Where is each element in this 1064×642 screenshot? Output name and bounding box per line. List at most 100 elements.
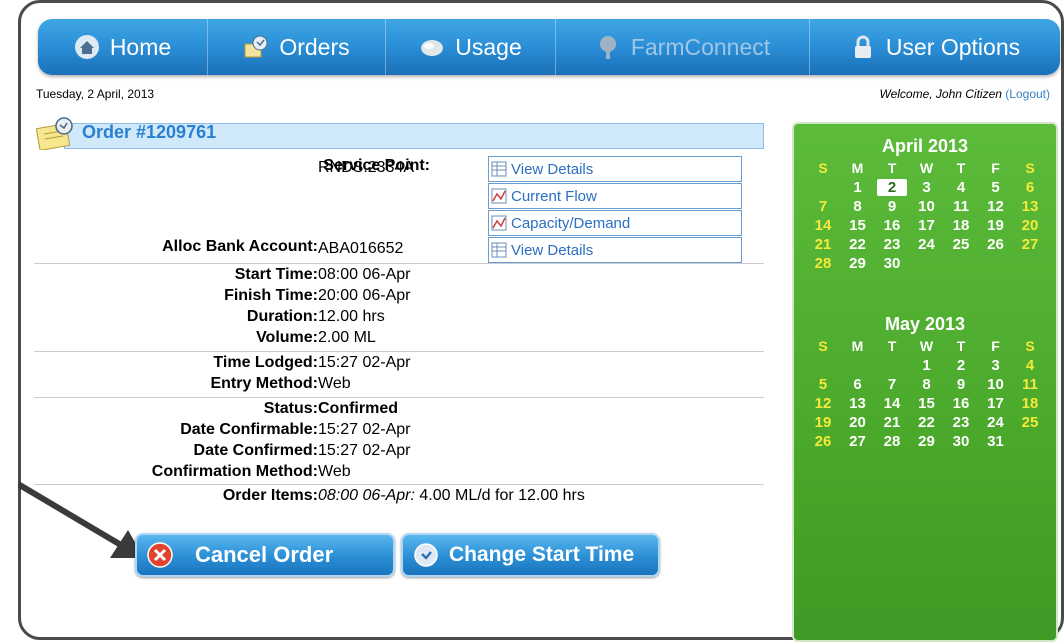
calendar-day[interactable]: 16 <box>877 217 907 234</box>
calendar-day[interactable]: 5 <box>808 376 838 393</box>
date-confirmable-label: Date Confirmable: <box>180 421 318 438</box>
calendar-day[interactable]: 20 <box>843 414 873 431</box>
calendar-day[interactable]: 3 <box>912 179 942 196</box>
calendar-day[interactable]: 18 <box>946 217 976 234</box>
divider <box>34 263 764 264</box>
calendar-dow-label: T <box>887 160 897 176</box>
calendar-day[interactable]: 7 <box>877 376 907 393</box>
chart-icon <box>491 215 507 231</box>
calendar-day[interactable]: 29 <box>912 433 942 450</box>
duration-label: Duration: <box>246 308 318 325</box>
calendar-day[interactable]: 21 <box>877 414 907 431</box>
calendar-day[interactable]: 25 <box>946 236 976 253</box>
calendar-day[interactable]: 17 <box>981 395 1011 412</box>
calendar-day[interactable]: 7 <box>808 198 838 215</box>
calendar-day[interactable]: 8 <box>843 198 873 215</box>
calendar-day[interactable]: 5 <box>981 179 1011 196</box>
calendar-day[interactable]: 4 <box>946 179 976 196</box>
volume-value: 2.00 ML <box>318 329 376 346</box>
calendar-day[interactable]: 21 <box>808 236 838 253</box>
calendar-day[interactable]: 12 <box>981 198 1011 215</box>
cancel-order-button[interactable]: Cancel Order <box>135 533 395 577</box>
finish-time-value: 20:00 06-Apr <box>318 287 411 304</box>
order-items-label: Order Items: <box>222 487 318 504</box>
finish-time-label: Finish Time: <box>224 287 318 304</box>
nav-user-options[interactable]: User Options <box>810 19 1060 75</box>
table-icon <box>491 161 507 177</box>
calendar-day[interactable]: 14 <box>877 395 907 412</box>
calendar-title-april: April 2013 <box>881 136 969 156</box>
calendar-day[interactable]: 19 <box>808 414 838 431</box>
calendar-day[interactable]: 24 <box>981 414 1011 431</box>
calendar-day[interactable]: 11 <box>1015 376 1045 393</box>
calendar-dow-label: F <box>991 160 1000 176</box>
calendar-day[interactable]: 30 <box>946 433 976 450</box>
alloc-account-value: ABA016652 <box>318 240 404 257</box>
calendar-day[interactable]: 19 <box>981 217 1011 234</box>
calendar-dow-label: S <box>1025 338 1035 354</box>
calendar-day[interactable]: 13 <box>1015 198 1045 215</box>
start-time-value: 08:00 06-Apr <box>318 266 411 283</box>
calendar-day[interactable]: 18 <box>1015 395 1045 412</box>
nav-usage[interactable]: Usage <box>386 19 556 75</box>
date-confirmable-value: 15:27 02-Apr <box>318 421 411 438</box>
change-start-time-button[interactable]: Change Start Time <box>401 533 660 577</box>
calendar-dow-label: T <box>956 338 966 354</box>
welcome-text: Welcome, John Citizen (Logout) <box>879 87 1050 101</box>
calendar-day[interactable]: 2 <box>877 179 907 196</box>
calendar-day[interactable]: 11 <box>946 198 976 215</box>
calendar-day[interactable]: 26 <box>981 236 1011 253</box>
calendar-day[interactable]: 23 <box>946 414 976 431</box>
calendar-day[interactable]: 23 <box>877 236 907 253</box>
calendar-day[interactable]: 17 <box>912 217 942 234</box>
calendar-day[interactable]: 10 <box>912 198 942 215</box>
calendar-title-may: May 2013 <box>884 314 966 334</box>
time-lodged-label: Time Lodged: <box>213 354 318 371</box>
calendar-day[interactable]: 9 <box>877 198 907 215</box>
calendar-day[interactable]: 27 <box>843 433 873 450</box>
calendar-day[interactable]: 8 <box>912 376 942 393</box>
calendar-day[interactable]: 30 <box>877 255 907 272</box>
calendar-day[interactable]: 15 <box>912 395 942 412</box>
calendar-day[interactable]: 24 <box>912 236 942 253</box>
nav-farmconnect[interactable]: FarmConnect <box>556 19 810 75</box>
calendar-day[interactable]: 28 <box>808 255 838 272</box>
capacity-demand-link[interactable]: Capacity/Demand <box>488 210 742 236</box>
nav-home[interactable]: Home <box>38 19 208 75</box>
calendar-dow-label: S <box>818 338 828 354</box>
calendar-day[interactable]: 27 <box>1015 236 1045 253</box>
calendar-day[interactable]: 26 <box>808 433 838 450</box>
calendar-dow-label: F <box>991 338 1000 354</box>
current-flow-link[interactable]: Current Flow <box>488 183 742 209</box>
view-details-link-1[interactable]: View Details <box>488 156 742 182</box>
calendar-day[interactable]: 10 <box>981 376 1011 393</box>
calendar-day[interactable]: 2 <box>946 357 976 374</box>
volume-label: Volume: <box>256 329 318 346</box>
logout-link[interactable]: (Logout) <box>1005 87 1050 101</box>
nav-orders[interactable]: Orders <box>208 19 386 75</box>
calendar-day[interactable]: 28 <box>877 433 907 450</box>
calendar-day[interactable]: 22 <box>843 236 873 253</box>
calendar-day[interactable]: 4 <box>1015 357 1045 374</box>
calendar-day[interactable]: 13 <box>843 395 873 412</box>
main-nav: Home Orders Usage FarmConnect User Optio… <box>38 19 1060 75</box>
calendar-day[interactable]: 1 <box>843 179 873 196</box>
calendar-day[interactable]: 6 <box>843 376 873 393</box>
calendar-dow-label: M <box>851 160 864 176</box>
calendar-day[interactable]: 16 <box>946 395 976 412</box>
calendar-day[interactable]: 12 <box>808 395 838 412</box>
calendar-day[interactable]: 6 <box>1015 179 1045 196</box>
calendar-day[interactable]: 1 <box>912 357 942 374</box>
calendar-day[interactable]: 20 <box>1015 217 1045 234</box>
lock-icon <box>854 35 871 58</box>
view-details-link-2[interactable]: View Details <box>488 237 742 263</box>
calendar-day[interactable]: 25 <box>1015 414 1045 431</box>
calendar-day[interactable]: 29 <box>843 255 873 272</box>
calendar-day[interactable]: 22 <box>912 414 942 431</box>
calendar-day[interactable]: 31 <box>981 433 1011 450</box>
calendar-day[interactable]: 15 <box>843 217 873 234</box>
calendar-day[interactable]: 9 <box>946 376 976 393</box>
calendar-dow-label: T <box>956 160 966 176</box>
calendar-day[interactable]: 3 <box>981 357 1011 374</box>
calendar-day[interactable]: 14 <box>808 217 838 234</box>
